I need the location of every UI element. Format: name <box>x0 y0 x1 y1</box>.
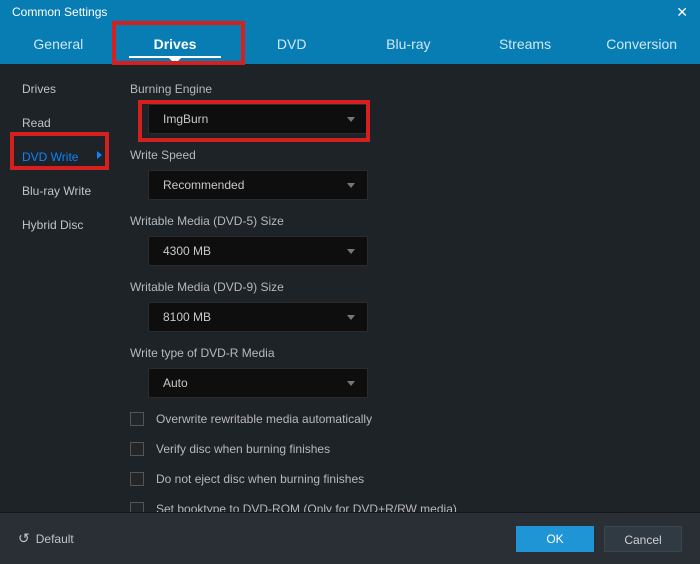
checkbox-box[interactable] <box>130 412 144 426</box>
checkbox-overwrite[interactable]: Overwrite rewritable media automatically <box>130 412 692 426</box>
checkbox-label: Set booktype to DVD-ROM (Only for DVD+R/… <box>156 502 457 512</box>
field-label: Writable Media (DVD-5) Size <box>130 214 692 228</box>
chevron-down-icon <box>347 183 355 188</box>
sidebar: Drives Read DVD Write Blu-ray Write Hybr… <box>0 64 112 242</box>
main-tabbar: General Drives DVD Blu-ray Streams Conve… <box>0 24 700 64</box>
sidebar-item-dvd-write[interactable]: DVD Write <box>0 140 112 174</box>
chevron-down-icon <box>347 249 355 254</box>
select-dvd5-size[interactable]: 4300 MB <box>148 236 368 266</box>
select-value: ImgBurn <box>163 112 208 126</box>
checkbox-label: Do not eject disc when burning finishes <box>156 472 364 486</box>
tab-streams[interactable]: Streams <box>467 24 584 64</box>
field-burning-engine: Burning Engine ImgBurn <box>130 82 692 134</box>
sidebar-item-hybrid-disc[interactable]: Hybrid Disc <box>0 208 112 242</box>
select-write-speed[interactable]: Recommended <box>148 170 368 200</box>
field-label: Burning Engine <box>130 82 692 96</box>
content-panel: Burning Engine ImgBurn Write Speed Recom… <box>112 64 700 512</box>
select-dvd9-size[interactable]: 8100 MB <box>148 302 368 332</box>
sidebar-item-drives[interactable]: Drives <box>0 72 112 106</box>
checkbox-label: Verify disc when burning finishes <box>156 442 330 456</box>
field-label: Write type of DVD-R Media <box>130 346 692 360</box>
select-burning-engine[interactable]: ImgBurn <box>148 104 368 134</box>
default-label: Default <box>36 532 74 546</box>
sidebar-item-read[interactable]: Read <box>0 106 112 140</box>
checkbox-box[interactable] <box>130 442 144 456</box>
checkbox-label: Overwrite rewritable media automatically <box>156 412 372 426</box>
checkbox-no-eject[interactable]: Do not eject disc when burning finishes <box>130 472 692 486</box>
tab-dvd[interactable]: DVD <box>233 24 350 64</box>
ok-button[interactable]: OK <box>516 526 594 552</box>
select-value: 8100 MB <box>163 310 211 324</box>
tab-bluray[interactable]: Blu-ray <box>350 24 467 64</box>
select-value: 4300 MB <box>163 244 211 258</box>
field-label: Write Speed <box>130 148 692 162</box>
select-value: Auto <box>163 376 188 390</box>
checkbox-box[interactable] <box>130 472 144 486</box>
chevron-down-icon <box>347 381 355 386</box>
close-icon[interactable]: ✕ <box>676 4 688 21</box>
select-value: Recommended <box>163 178 244 192</box>
cancel-button[interactable]: Cancel <box>604 526 682 552</box>
sidebar-item-label: DVD Write <box>22 150 78 164</box>
field-label: Writable Media (DVD-9) Size <box>130 280 692 294</box>
chevron-right-icon <box>97 151 102 159</box>
reset-icon: ↺ <box>18 530 30 547</box>
chevron-down-icon <box>347 117 355 122</box>
titlebar: Common Settings ✕ <box>0 0 700 24</box>
sidebar-item-bluray-write[interactable]: Blu-ray Write <box>0 174 112 208</box>
tab-drives[interactable]: Drives <box>117 24 234 64</box>
tab-conversion[interactable]: Conversion <box>583 24 700 64</box>
footer: ↺ Default OK Cancel <box>0 512 700 564</box>
select-dvdr-write-type[interactable]: Auto <box>148 368 368 398</box>
checkbox-box[interactable] <box>130 502 144 512</box>
default-button[interactable]: ↺ Default <box>18 530 74 547</box>
checkbox-booktype[interactable]: Set booktype to DVD-ROM (Only for DVD+R/… <box>130 502 692 512</box>
checkbox-verify[interactable]: Verify disc when burning finishes <box>130 442 692 456</box>
tab-general[interactable]: General <box>0 24 117 64</box>
chevron-down-icon <box>347 315 355 320</box>
window-title: Common Settings <box>12 5 107 19</box>
